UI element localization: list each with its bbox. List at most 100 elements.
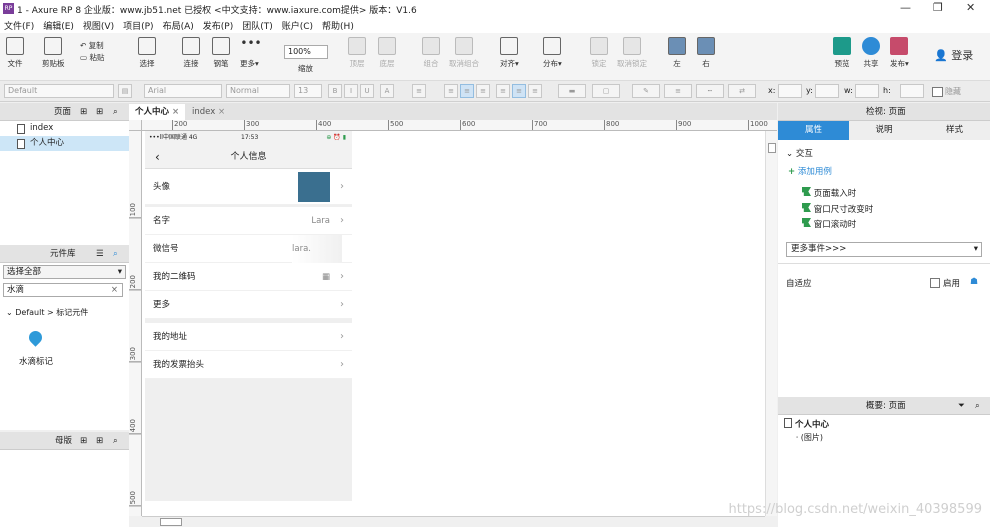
vertical-scrollbar[interactable]	[765, 131, 777, 516]
menu-publish[interactable]: 发布(P)	[203, 19, 233, 32]
add-master-icon[interactable]: ⊞	[80, 432, 87, 450]
menu-project[interactable]: 项目(P)	[123, 19, 153, 32]
menu-edit[interactable]: 编辑(E)	[43, 19, 74, 32]
search-icon[interactable]: ⌕	[113, 103, 118, 121]
row-address[interactable]: 我的地址 ›	[145, 323, 352, 351]
phone-mockup[interactable]: •••ll中国联通 4G 17:53 ⊕ ⏰ ▮ ‹ 个人信息 头像 › 名字 …	[145, 131, 352, 501]
font-color-icon[interactable]: A	[380, 84, 394, 98]
pen-button[interactable]: 钢笔	[212, 37, 230, 69]
shadow-icon[interactable]: ▢	[592, 84, 620, 98]
menu-arrange[interactable]: 布局(A)	[163, 19, 194, 32]
paste-button[interactable]: ▭ 粘贴	[80, 52, 104, 63]
tab-profile[interactable]: 个人中心 ×	[129, 104, 186, 120]
size-select[interactable]: 13	[294, 84, 322, 98]
row-invoice[interactable]: 我的发票抬头 ›	[145, 351, 352, 379]
valign-middle-icon[interactable]: ≡	[512, 84, 526, 98]
event-window-scroll[interactable]: 窗口滚动时	[802, 218, 856, 230]
italic-icon[interactable]: I	[344, 84, 358, 98]
format-painter-icon[interactable]: ▤	[118, 84, 132, 98]
outline-search-icon[interactable]: ⌕	[975, 397, 980, 415]
adaptive-views-icon[interactable]: ☗	[970, 277, 978, 287]
outline-child[interactable]: ⸱ (图片)	[796, 432, 823, 443]
x-input[interactable]	[778, 84, 802, 98]
menu-team[interactable]: 团队(T)	[242, 19, 273, 32]
connect-button[interactable]: 连接	[182, 37, 200, 69]
restore-icon[interactable]: ❐	[933, 1, 943, 14]
more-events-select[interactable]: 更多事件>>> ▾	[786, 242, 982, 257]
align-center-text-icon[interactable]: ≡	[460, 84, 474, 98]
menu-view[interactable]: 视图(V)	[83, 19, 114, 32]
row-qrcode[interactable]: 我的二维码 ▦ ›	[145, 263, 352, 291]
add-master-folder-icon[interactable]: ⊞	[96, 432, 103, 450]
tab-style[interactable]: 样式	[919, 121, 990, 140]
bullet-icon[interactable]: ≡	[412, 84, 426, 98]
library-group[interactable]: ⌄ Default > 标记元件	[6, 307, 88, 318]
share-button[interactable]: 共享	[862, 37, 880, 69]
copy-button[interactable]: ↶ 复制	[80, 40, 104, 51]
valign-bottom-icon[interactable]: ≡	[528, 84, 542, 98]
arrow-style-icon[interactable]: ⇄	[728, 84, 756, 98]
filter-icon[interactable]: ⏷	[958, 397, 965, 415]
bring-top-button[interactable]: 顶层	[348, 37, 366, 69]
distribute-button[interactable]: 分布▾	[543, 37, 562, 69]
minimize-icon[interactable]: —	[900, 1, 911, 14]
more-button[interactable]: ••• 更多▾	[240, 37, 262, 69]
ungroup-button[interactable]: 取消组合	[449, 37, 479, 69]
adaptive-checkbox[interactable]	[930, 278, 940, 288]
library-menu-icon[interactable]: ☰	[96, 245, 104, 263]
publish-button[interactable]: 发布▾	[890, 37, 909, 69]
h-input[interactable]	[900, 84, 924, 98]
hide-checkbox[interactable]	[932, 87, 943, 97]
weight-select[interactable]: Normal	[226, 84, 290, 98]
menu-file[interactable]: 文件(F)	[4, 19, 34, 32]
send-bottom-button[interactable]: 底层	[378, 37, 396, 69]
scroll-thumb[interactable]	[160, 518, 182, 526]
valign-top-icon[interactable]: ≡	[496, 84, 510, 98]
interactions-section[interactable]: ⌄ 交互	[786, 147, 813, 159]
w-input[interactable]	[855, 84, 879, 98]
font-select[interactable]: Arial	[144, 84, 222, 98]
page-item-index[interactable]: index	[0, 121, 129, 136]
masters-search-icon[interactable]: ⌕	[113, 432, 118, 450]
login-button[interactable]: 👤 登录	[934, 47, 973, 63]
library-select[interactable]: 选择全部 ▾	[3, 265, 126, 279]
underline-icon[interactable]: U	[360, 84, 374, 98]
select-button[interactable]: 选择	[138, 37, 156, 69]
library-search-input[interactable]: 水滴 ×	[3, 283, 123, 297]
design-canvas[interactable]: •••ll中国联通 4G 17:53 ⊕ ⏰ ▮ ‹ 个人信息 头像 › 名字 …	[142, 131, 765, 516]
row-name[interactable]: 名字 Lara ›	[145, 207, 352, 235]
bold-icon[interactable]: B	[328, 84, 342, 98]
fill-color-icon[interactable]: ▬	[558, 84, 586, 98]
style-select[interactable]: Default	[4, 84, 114, 98]
group-button[interactable]: 组合	[422, 37, 440, 69]
row-more[interactable]: 更多 ›	[145, 291, 352, 319]
scroll-thumb[interactable]	[768, 143, 776, 153]
file-button[interactable]: 文件	[6, 37, 24, 69]
preview-button[interactable]: 预览	[833, 37, 851, 69]
tab-index[interactable]: index ×	[186, 104, 231, 120]
event-page-load[interactable]: 页面载入时	[802, 187, 856, 199]
clipboard-button[interactable]: 剪贴板	[42, 37, 65, 69]
lock-button[interactable]: 锁定	[590, 37, 608, 69]
row-avatar[interactable]: 头像 ›	[145, 169, 352, 205]
align-right-text-icon[interactable]: ≡	[476, 84, 490, 98]
line-width-icon[interactable]: ≡	[664, 84, 692, 98]
add-page-icon[interactable]: ⊞	[80, 103, 87, 121]
align-left-text-icon[interactable]: ≡	[444, 84, 458, 98]
water-drop-icon[interactable]	[26, 328, 45, 347]
row-wechat-id[interactable]: 微信号 lara.	[145, 235, 352, 263]
align-left-button[interactable]: 左	[668, 37, 686, 69]
align-right-button[interactable]: 右	[697, 37, 715, 69]
library-search-icon[interactable]: ⌕	[113, 245, 118, 263]
outline-root[interactable]: 个人中心	[784, 417, 829, 430]
menu-account[interactable]: 账户(C)	[282, 19, 313, 32]
menu-help[interactable]: 帮助(H)	[322, 19, 354, 32]
line-color-icon[interactable]: ✎	[632, 84, 660, 98]
add-folder-icon[interactable]: ⊞	[96, 103, 103, 121]
event-window-resize[interactable]: 窗口尺寸改变时	[802, 203, 873, 215]
horizontal-scrollbar[interactable]	[142, 516, 765, 527]
close-icon[interactable]: ✕	[966, 1, 975, 14]
zoom-select[interactable]: 100%	[284, 45, 328, 59]
page-item-profile[interactable]: 个人中心	[0, 136, 129, 151]
y-input[interactable]	[815, 84, 839, 98]
